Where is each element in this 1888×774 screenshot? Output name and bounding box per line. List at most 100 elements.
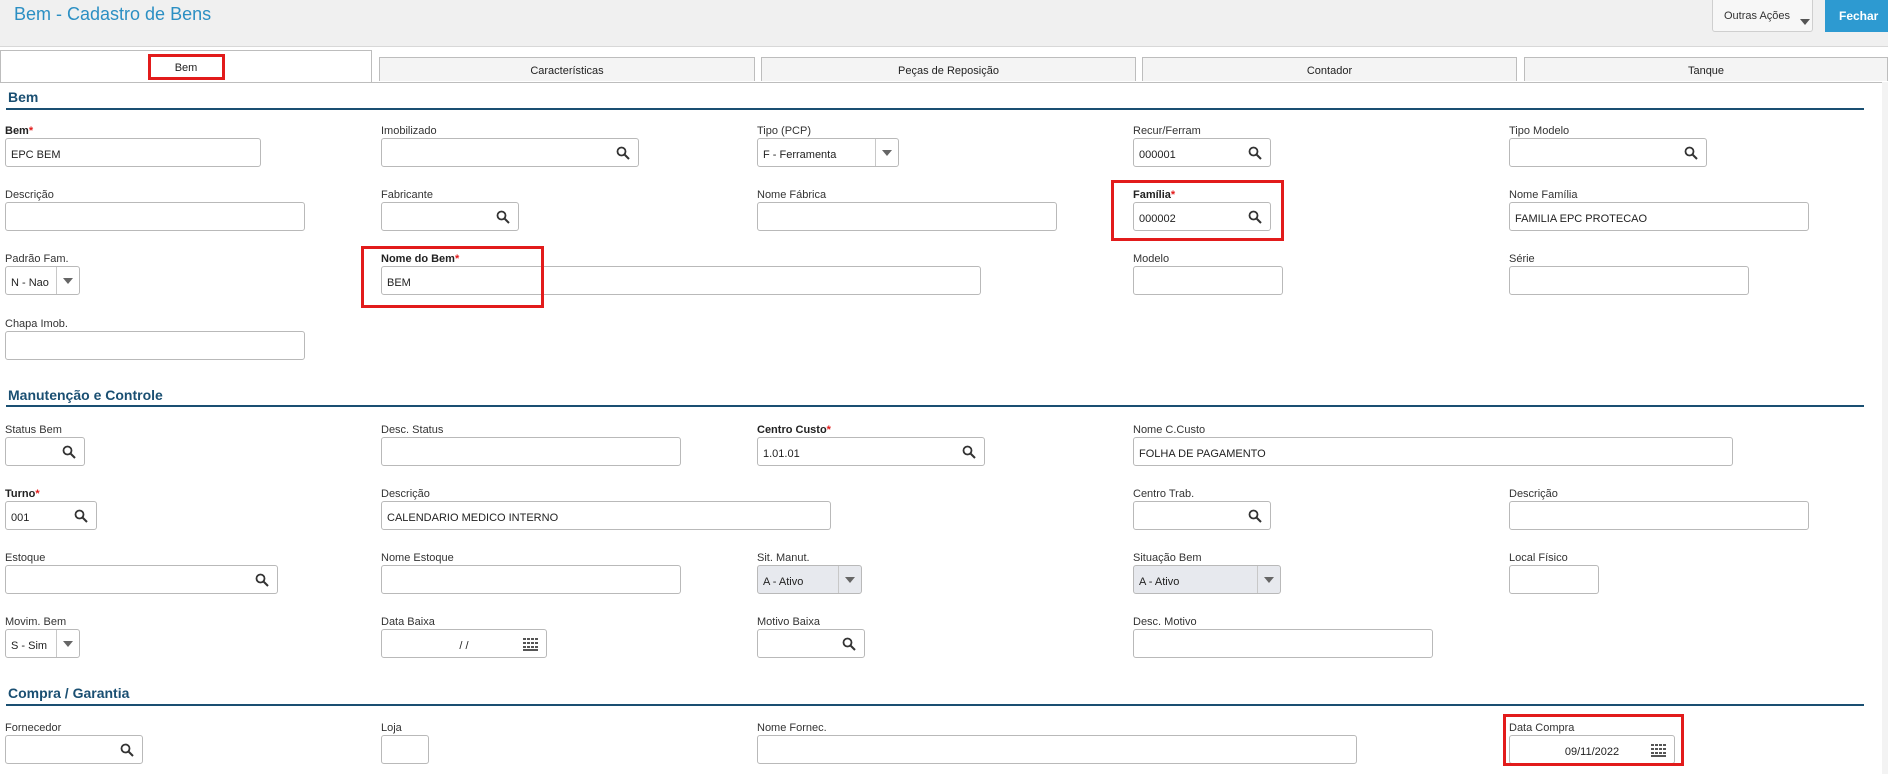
section-divider (6, 405, 1864, 407)
label-turno: Turno* (5, 488, 40, 500)
tab-contador[interactable]: Contador (1142, 57, 1517, 81)
centro-trab-field[interactable] (1133, 501, 1271, 530)
section-divider (6, 108, 1864, 110)
imobilizado-field[interactable] (381, 138, 639, 167)
search-icon[interactable] (496, 210, 510, 224)
label-nome-familia: Nome Família (1509, 189, 1578, 201)
serie-field[interactable] (1509, 266, 1749, 295)
data-baixa-field[interactable]: / / (381, 629, 547, 658)
fechar-button[interactable]: Fechar (1825, 0, 1888, 32)
label-tipo-pcp: Tipo (PCP) (757, 125, 811, 137)
local-fisico-field[interactable] (1509, 565, 1599, 594)
search-icon[interactable] (62, 445, 76, 459)
chevron-down-icon (838, 566, 861, 593)
search-icon[interactable] (1248, 509, 1262, 523)
highlight-nome-do-bem (361, 246, 544, 308)
descricao-field[interactable] (5, 202, 305, 231)
label-sit-manut: Sit. Manut. (757, 552, 810, 564)
movim-bem-select[interactable]: S - Sim (5, 629, 80, 658)
loja-field[interactable] (381, 735, 429, 764)
outras-acoes-label: Outras Ações (1724, 10, 1791, 22)
tab-tanque[interactable]: Tanque (1524, 57, 1888, 81)
chapa-imob-field[interactable] (5, 331, 305, 360)
calendar-icon[interactable] (523, 638, 538, 651)
fabricante-field[interactable] (381, 202, 519, 231)
chevron-down-icon (875, 139, 898, 166)
chevron-down-icon (1800, 19, 1810, 25)
bem-field[interactable]: EPC BEM (5, 138, 261, 167)
movim-bem-value: S - Sim (11, 640, 48, 652)
nome-familia-field[interactable]: FAMILIA EPC PROTECAO (1509, 202, 1809, 231)
desc-motivo-field[interactable] (1133, 629, 1433, 658)
label-loja: Loja (381, 722, 402, 734)
label-fornecedor: Fornecedor (5, 722, 62, 734)
motivo-baixa-field[interactable] (757, 629, 865, 658)
search-icon[interactable] (255, 573, 269, 587)
recur-ferram-field[interactable]: 000001 (1133, 138, 1271, 167)
label-serie: Série (1509, 253, 1535, 265)
label-recur-ferram: Recur/Ferram (1133, 125, 1201, 137)
search-icon[interactable] (120, 743, 134, 757)
label-modelo: Modelo (1133, 253, 1170, 265)
descricao-turno-field[interactable]: CALENDARIO MEDICO INTERNO (381, 501, 831, 530)
label-motivo-baixa: Motivo Baixa (757, 616, 820, 628)
label-centro-trab: Centro Trab. (1133, 488, 1195, 500)
situacao-bem-value: A - Ativo (1139, 576, 1180, 588)
label-imobilizado: Imobilizado (381, 125, 437, 137)
turno-value: 001 (11, 512, 30, 524)
label-descricao-ct: Descrição (1509, 488, 1558, 500)
label-nome-fornec: Nome Fornec. (757, 722, 827, 734)
search-icon[interactable] (616, 146, 630, 160)
label-descricao-turno: Descrição (381, 488, 430, 500)
tipo-pcp-value: F - Ferramenta (763, 149, 837, 161)
estoque-field[interactable] (5, 565, 278, 594)
search-icon[interactable] (74, 509, 88, 523)
section-title-compra: Compra / Garantia (8, 685, 130, 701)
tab-pecas-reposicao[interactable]: Peças de Reposição (761, 57, 1136, 81)
search-icon[interactable] (1248, 146, 1262, 160)
search-icon[interactable] (1684, 146, 1698, 160)
label-movim-bem: Movim. Bem (5, 616, 67, 628)
descricao-ct-field[interactable] (1509, 501, 1809, 530)
page-title: Bem - Cadastro de Bens (14, 4, 212, 24)
search-icon[interactable] (962, 445, 976, 459)
recur-ferram-value: 000001 (1139, 149, 1176, 161)
fornecedor-field[interactable] (5, 735, 143, 764)
label-local-fisico: Local Físico (1509, 552, 1568, 564)
scrollbar[interactable] (1882, 82, 1888, 774)
label-nome-ccusto: Nome C.Custo (1133, 424, 1206, 436)
outras-acoes-button[interactable]: Outras Ações (1712, 0, 1813, 32)
data-baixa-value: / / (459, 640, 469, 652)
padrao-fam-select[interactable]: N - Nao (5, 266, 80, 295)
label-fabricante: Fabricante (381, 189, 433, 201)
section-divider (6, 704, 1864, 706)
nome-fabrica-field[interactable] (757, 202, 1057, 231)
desc-status-field[interactable] (381, 437, 681, 466)
padrao-fam-value: N - Nao (11, 277, 49, 289)
tab-bar: Bem Características Peças de Reposição C… (0, 50, 1888, 83)
label-centro-custo: Centro Custo* (757, 424, 831, 436)
tab-caracteristicas[interactable]: Características (379, 57, 755, 81)
chevron-down-icon (56, 267, 79, 294)
nome-ccusto-field[interactable]: FOLHA DE PAGAMENTO (1133, 437, 1733, 466)
sit-manut-select: A - Ativo (757, 565, 862, 594)
nome-fornec-field[interactable] (757, 735, 1357, 764)
search-icon[interactable] (842, 637, 856, 651)
label-descricao: Descrição (5, 189, 54, 201)
highlight-familia (1111, 180, 1284, 241)
top-bar: Bem - Cadastro de Bens Outras Ações Fech… (0, 0, 1888, 47)
status-bem-field[interactable] (5, 437, 85, 466)
section-title-manutencao: Manutenção e Controle (8, 387, 163, 403)
tipo-modelo-field[interactable] (1509, 138, 1707, 167)
label-tipo-modelo: Tipo Modelo (1509, 125, 1570, 137)
centro-custo-field[interactable]: 1.01.01 (757, 437, 985, 466)
tipo-pcp-select[interactable]: F - Ferramenta (757, 138, 899, 167)
label-estoque: Estoque (5, 552, 46, 564)
nome-estoque-field[interactable] (381, 565, 681, 594)
label-status-bem: Status Bem (5, 424, 62, 436)
highlight-tab-bem (148, 54, 225, 80)
turno-field[interactable]: 001 (5, 501, 97, 530)
modelo-field[interactable] (1133, 266, 1283, 295)
label-padrao-fam: Padrão Fam. (5, 253, 69, 265)
label-desc-status: Desc. Status (381, 424, 444, 436)
